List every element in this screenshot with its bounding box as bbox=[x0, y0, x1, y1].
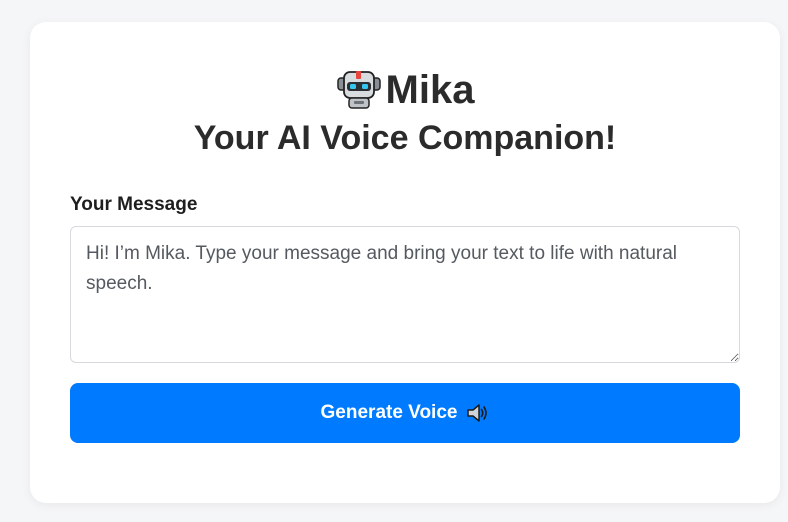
title-line: Mika bbox=[30, 66, 780, 114]
main-card: Mika Your AI Voice Companion! Your Messa… bbox=[30, 22, 780, 503]
generate-voice-label: Generate Voice bbox=[320, 402, 458, 423]
page-subtitle: Your AI Voice Companion! bbox=[193, 119, 617, 157]
robot-icon bbox=[336, 68, 382, 112]
app-name: Mika bbox=[385, 68, 475, 112]
message-input[interactable] bbox=[70, 226, 740, 363]
message-label: Your Message bbox=[70, 194, 198, 215]
generate-voice-button[interactable]: Generate Voice bbox=[70, 383, 740, 443]
speaker-icon bbox=[465, 402, 489, 424]
